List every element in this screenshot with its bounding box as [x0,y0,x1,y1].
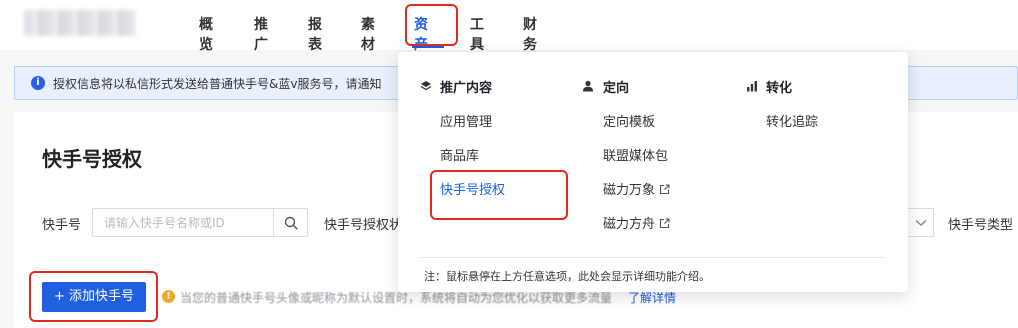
highlight-assets-nav [405,4,458,46]
menu-group-conversion: 转化 [766,81,793,96]
person-icon [583,80,593,92]
nav-item-reports[interactable]: 报表 [308,14,322,54]
nav-item-tools[interactable]: 工具 [470,14,484,54]
info-icon: i [31,76,45,90]
menu-item-conversion-tracking[interactable]: 转化追踪 [766,111,818,130]
chevron-down-icon [915,219,927,226]
menu-divider [420,257,886,258]
info-banner-text: 授权信息将以私信形式发送给普通快手号&蓝v服务号，请通知 [53,77,382,91]
menu-item-cili-wanxiang[interactable]: 磁力万象 [603,179,670,198]
menu-item-cili-fangzhou[interactable]: 磁力方舟 [603,213,670,232]
nav-item-materials[interactable]: 素材 [361,14,375,54]
nav-item-overview[interactable]: 概览 [199,14,213,54]
highlight-kuaishou-auth [430,170,568,220]
external-link-icon [659,184,670,195]
active-nav-indicator [412,46,444,48]
kuaishou-filter-label: 快手号 [42,218,82,233]
kuaishou-search-input[interactable] [93,209,273,236]
warning-icon: ! [162,290,175,303]
bar-chart-icon [747,81,757,92]
highlight-add-button [29,271,158,322]
search-button[interactable] [273,209,307,236]
menu-item-app-management[interactable]: 应用管理 [440,111,492,130]
layers-icon [420,81,432,91]
menu-group-targeting: 定向 [603,81,630,96]
top-navigation-bar: 概览 推广 报表 素材 资产 工具 财务 [0,0,1018,53]
type-filter-label: 快手号类型 [948,218,1014,233]
select-dropdown-toggle[interactable] [908,208,934,237]
menu-group-promo-content: 推广内容 [440,81,493,96]
menu-hint-note: 注：鼠标悬停在上方任意选项，此处会显示详细功能介绍。 [424,270,710,283]
menu-item-product-library[interactable]: 商品库 [440,145,479,164]
menu-item-union-media-pack[interactable]: 联盟媒体包 [603,145,668,164]
nav-item-promotion[interactable]: 推广 [254,14,268,54]
brand-logo[interactable] [24,10,136,36]
menu-item-targeting-template[interactable]: 定向模板 [603,111,655,130]
page-title: 快手号授权 [42,147,142,171]
nav-item-finance[interactable]: 财务 [523,14,537,54]
search-icon [284,216,298,230]
auth-status-filter-label: 快手号授权状 [324,218,403,233]
external-link-icon [659,218,670,229]
kuaishou-search-field [92,208,308,237]
